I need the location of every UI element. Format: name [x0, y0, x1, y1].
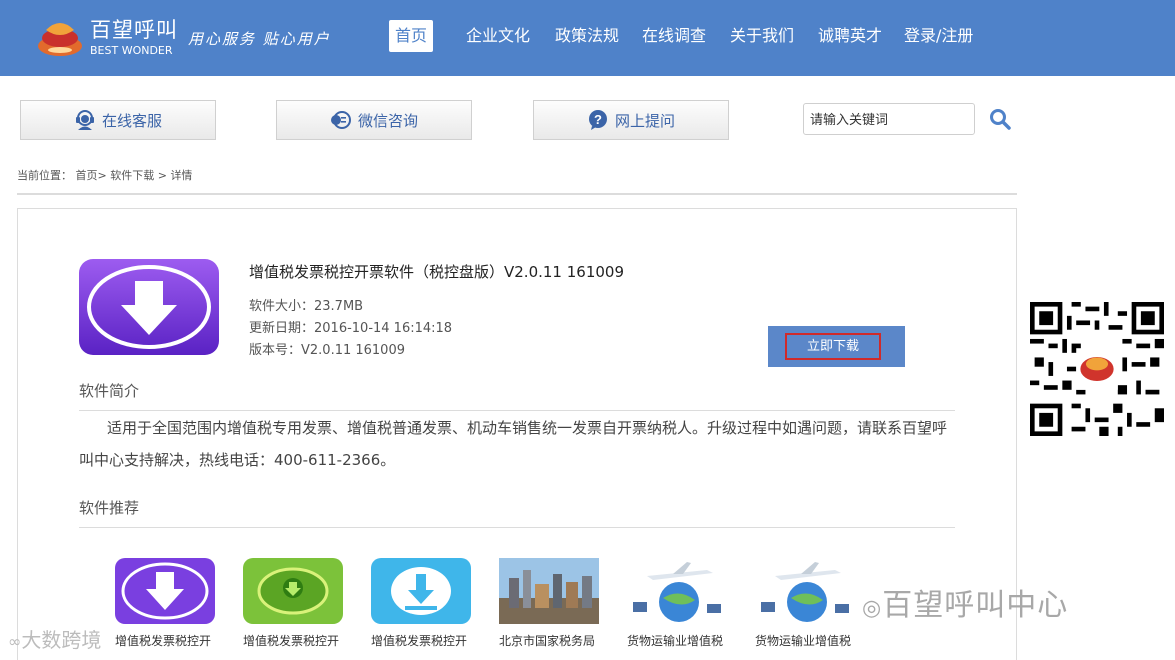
software-version: 版本号：V2.0.11 161009	[249, 343, 406, 358]
download-app-icon	[79, 259, 219, 355]
wechat-button[interactable]: 微信咨询	[276, 100, 472, 140]
recommend-caption: 货物运输业增值税	[755, 634, 852, 648]
software-size: 软件大小：23.7MB	[249, 299, 364, 314]
download-button-label: 立即下载	[785, 333, 881, 360]
bigdata-watermark: ∞大数跨境	[8, 628, 102, 652]
bigdata-watermark-text: 大数跨境	[21, 628, 102, 652]
breadcrumb-detail: 详情	[170, 169, 193, 182]
wechat-watermark: ◎百望呼叫中心	[862, 588, 1069, 623]
wechat-label: 微信咨询	[357, 111, 418, 130]
nav-culture[interactable]: 企业文化	[466, 20, 530, 52]
wechat-watermark-text: 百望呼叫中心	[882, 588, 1069, 623]
nav-home[interactable]: 首页	[389, 20, 434, 52]
airplane-globe-photo	[755, 558, 855, 624]
intro-text: 适用于全国范围内增值税专用发票、增值税普通发票、机动车销售统一发票自开票纳税人。…	[79, 419, 948, 469]
breadcrumb-separator: >	[157, 169, 167, 182]
recommend-item[interactable]: 增值税发票税控开	[115, 558, 225, 649]
breadcrumb-prefix: 当前位置：	[17, 169, 72, 182]
recommend-caption: 增值税发票税控开	[243, 634, 340, 648]
intro-heading: 软件简介	[79, 382, 140, 400]
recommend-item[interactable]: 北京市国家税务局	[499, 558, 609, 649]
recommend-item[interactable]: 货物运输业增值税	[627, 558, 737, 649]
city-photo	[499, 558, 599, 624]
brand[interactable]: 百望呼叫 BEST WONDER	[90, 18, 178, 58]
nav-login[interactable]: 登录/注册	[904, 20, 973, 52]
online-service-button[interactable]: 在线客服	[20, 100, 216, 140]
software-date: 更新日期：2016-10-14 16:14:18	[249, 321, 453, 336]
recommend-item[interactable]: 货物运输业增值税	[755, 558, 865, 649]
recommend-item[interactable]: 增值税发票税控开	[371, 558, 481, 649]
airplane-globe-photo	[627, 558, 727, 624]
download-button[interactable]: 立即下载	[768, 326, 905, 367]
recommend-caption: 增值税发票税控开	[371, 634, 468, 648]
recommend-heading: 软件推荐	[79, 499, 140, 517]
svg-text:?: ?	[594, 112, 602, 127]
ask-online-label: 网上提问	[614, 111, 675, 130]
divider	[17, 193, 1017, 195]
search-input[interactable]	[803, 103, 975, 135]
slogan: 用心服务 贴心用户	[188, 30, 331, 48]
nav-careers[interactable]: 诚聘英才	[818, 20, 882, 52]
green-download-icon	[243, 558, 343, 624]
search-icon[interactable]	[988, 107, 1012, 131]
wechat-chat-icon	[330, 111, 351, 129]
breadcrumb-downloads[interactable]: 软件下载	[110, 169, 154, 182]
breadcrumb: 当前位置： 首页> 软件下载 > 详情	[17, 167, 192, 183]
online-service-label: 在线客服	[101, 111, 162, 130]
purple-download-icon	[115, 558, 215, 624]
nav-survey[interactable]: 在线调查	[642, 20, 706, 52]
intro-divider	[79, 410, 955, 411]
headset-icon	[75, 110, 94, 130]
brand-name-en: BEST WONDER	[90, 44, 173, 57]
blue-download-icon	[371, 558, 471, 624]
recommend-caption: 货物运输业增值税	[627, 634, 724, 648]
recommend-caption: 北京市国家税务局	[499, 634, 596, 648]
qr-code	[1030, 302, 1164, 436]
breadcrumb-home[interactable]: 首页>	[76, 169, 107, 182]
ask-online-button[interactable]: ? 网上提问	[533, 100, 729, 140]
software-title: 增值税发票税控开票软件（税控盘版）V2.0.11 161009	[249, 263, 625, 281]
nav-policy[interactable]: 政策法规	[555, 20, 619, 52]
recommend-divider	[79, 527, 955, 528]
question-bubble-icon: ?	[588, 110, 607, 130]
recommend-caption: 增值税发票税控开	[115, 634, 212, 648]
nav-about[interactable]: 关于我们	[730, 20, 794, 52]
brand-name-cn: 百望呼叫	[90, 18, 178, 42]
logo-icon	[38, 23, 82, 56]
recommend-item[interactable]: 增值税发票税控开	[243, 558, 353, 649]
